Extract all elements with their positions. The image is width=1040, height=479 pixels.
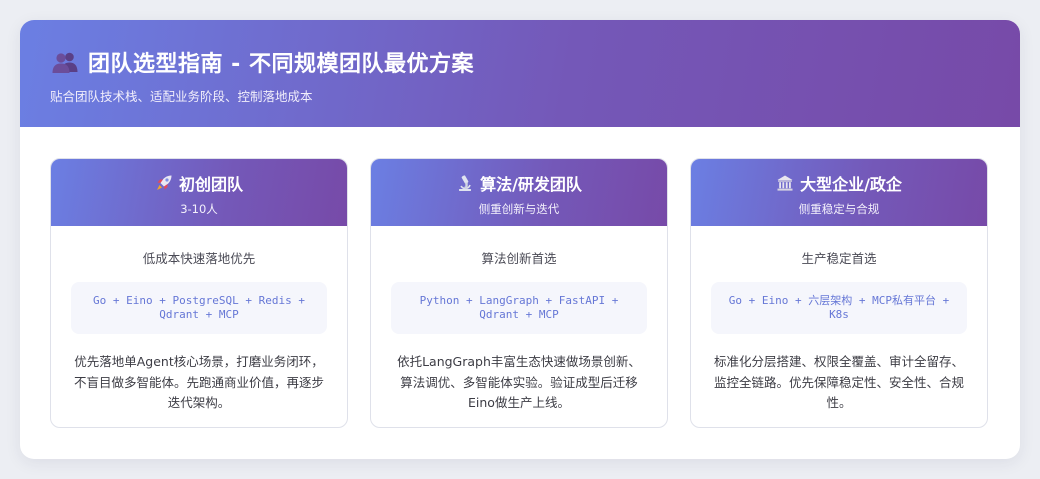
microscope-icon — [456, 174, 474, 192]
card-description: 依托LangGraph丰富生态快速做场景创新、算法调优、多智能体实验。验证成型后… — [397, 354, 641, 410]
card-body: 算法创新首选 Python + LangGraph + FastAPI + Qd… — [371, 248, 667, 414]
card-enterprise-team: 大型企业/政企 侧重稳定与合规 生产稳定首选 Go + Eino + 六层架构 … — [690, 158, 988, 428]
header-title-row: 团队选型指南 - 不同规模团队最优方案 — [52, 47, 990, 77]
card-title-row: 初创团队 — [51, 172, 347, 194]
card-header: 初创团队 3-10人 — [51, 159, 347, 226]
card-header: 大型企业/政企 侧重稳定与合规 — [691, 159, 987, 226]
page-title: 团队选型指南 - 不同规模团队最优方案 — [88, 52, 474, 77]
rocket-icon — [155, 174, 173, 192]
panel-header: 团队选型指南 - 不同规模团队最优方案 贴合团队技术栈、适配业务阶段、控制落地成… — [20, 20, 1020, 127]
card-title: 初创团队 — [178, 175, 243, 194]
card-tagline: 算法创新首选 — [481, 251, 557, 266]
card-subtitle: 侧重稳定与合规 — [798, 202, 880, 216]
tech-stack-text: Python + LangGraph + FastAPI + Qdrant + … — [419, 294, 619, 321]
card-tagline: 生产稳定首选 — [801, 251, 877, 266]
cards-row: 初创团队 3-10人 低成本快速落地优先 Go + Eino + Postgre… — [50, 158, 990, 428]
classical-building-icon — [776, 174, 794, 192]
card-body: 生产稳定首选 Go + Eino + 六层架构 + MCP私有平台 + K8s … — [691, 248, 987, 414]
team-guide-panel: 团队选型指南 - 不同规模团队最优方案 贴合团队技术栈、适配业务阶段、控制落地成… — [20, 20, 1020, 459]
tech-stack-text: Go + Eino + PostgreSQL + Redis + Qdrant … — [93, 294, 305, 321]
page-subtitle: 贴合团队技术栈、适配业务阶段、控制落地成本 — [50, 89, 313, 104]
card-startup-team: 初创团队 3-10人 低成本快速落地优先 Go + Eino + Postgre… — [50, 158, 348, 428]
people-icon — [52, 50, 78, 74]
card-algorithm-team: 算法/研发团队 侧重创新与迭代 算法创新首选 Python + LangGrap… — [370, 158, 668, 428]
tech-stack-box: Go + Eino + 六层架构 + MCP私有平台 + K8s — [711, 282, 967, 334]
tech-stack-box: Go + Eino + PostgreSQL + Redis + Qdrant … — [71, 282, 327, 334]
card-title: 大型企业/政企 — [800, 175, 902, 194]
card-description: 优先落地单Agent核心场景，打磨业务闭环，不盲目做多智能体。先跑通商业价值，再… — [73, 354, 324, 410]
tech-stack-box: Python + LangGraph + FastAPI + Qdrant + … — [391, 282, 647, 334]
card-subtitle: 3-10人 — [180, 202, 218, 216]
card-body: 低成本快速落地优先 Go + Eino + PostgreSQL + Redis… — [51, 248, 347, 414]
card-subtitle: 侧重创新与迭代 — [478, 202, 560, 216]
card-title-row: 算法/研发团队 — [371, 172, 667, 194]
card-description: 标准化分层搭建、权限全覆盖、审计全留存、监控全链路。优先保障稳定性、安全性、合规… — [713, 354, 964, 410]
card-header: 算法/研发团队 侧重创新与迭代 — [371, 159, 667, 226]
card-tagline: 低成本快速落地优先 — [142, 251, 256, 266]
card-title: 算法/研发团队 — [480, 175, 582, 194]
tech-stack-text: Go + Eino + 六层架构 + MCP私有平台 + K8s — [728, 294, 950, 321]
card-title-row: 大型企业/政企 — [691, 172, 987, 194]
